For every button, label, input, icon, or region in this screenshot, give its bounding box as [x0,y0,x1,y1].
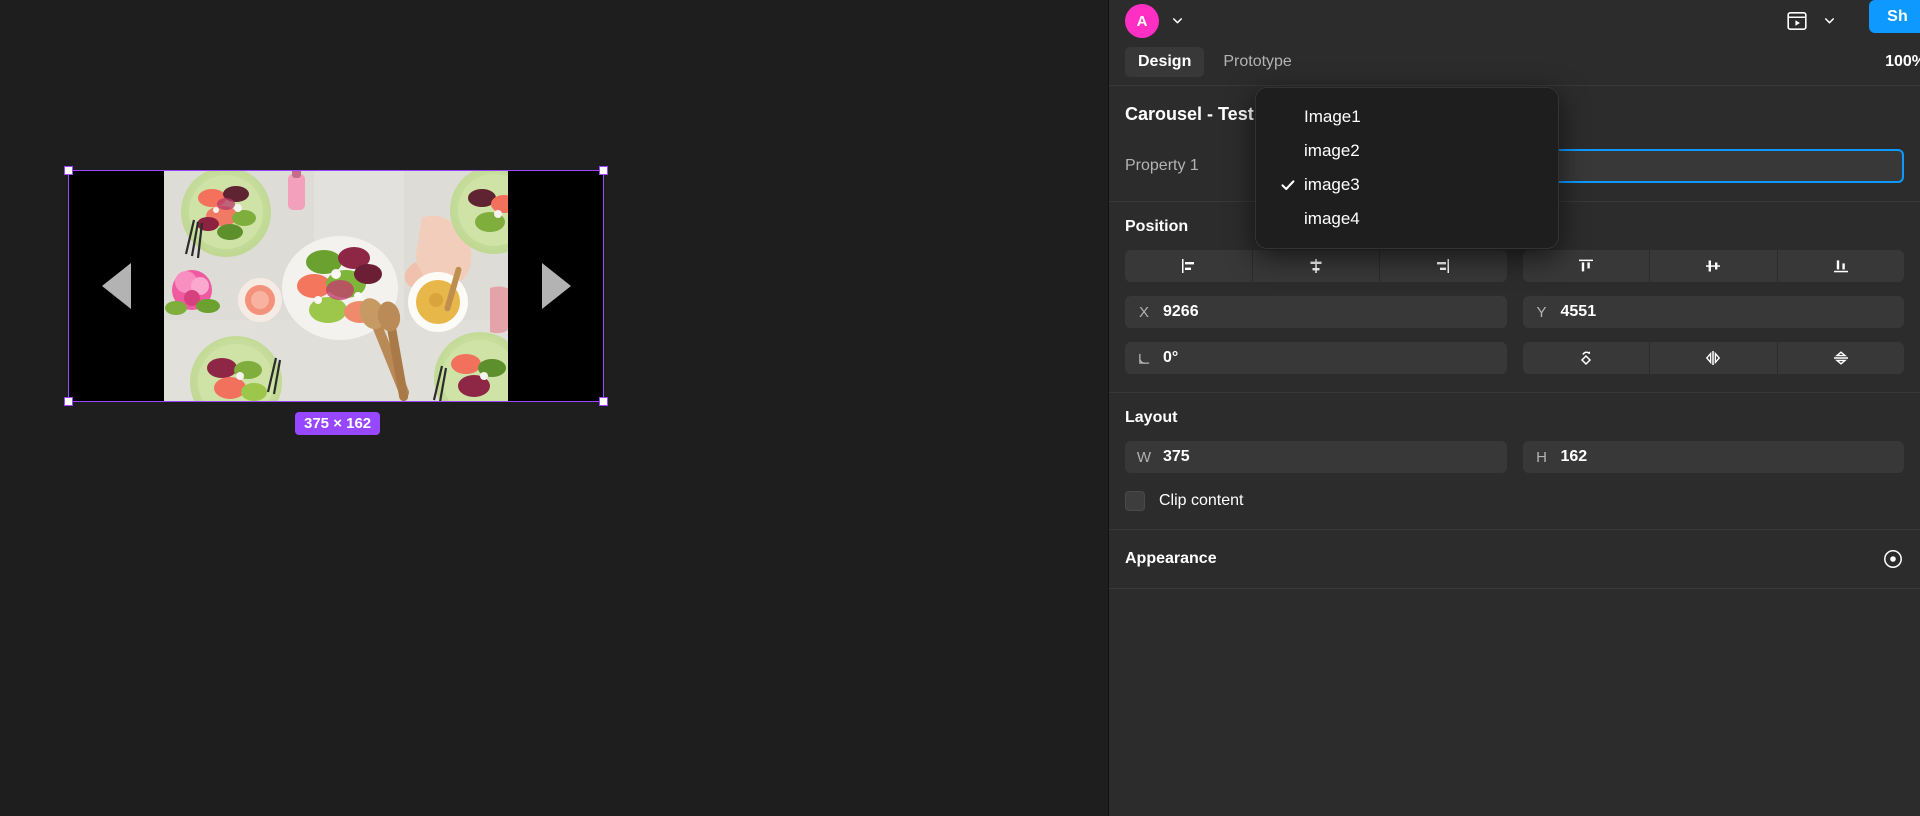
height-field[interactable]: H 162 [1522,441,1904,473]
align-right-icon[interactable] [1380,250,1507,282]
dropdown-item-1[interactable]: image2 [1256,134,1558,168]
avatar[interactable]: A [1125,4,1159,38]
clip-content-checkbox[interactable] [1125,491,1145,511]
tab-design[interactable]: Design [1125,47,1205,77]
carousel-component[interactable] [68,170,604,402]
corner-radius-rotate-icon[interactable] [1523,342,1650,374]
dropdown-item-label: Image1 [1304,107,1361,126]
component-name[interactable]: Carousel - Test [1125,104,1254,125]
x-label: X [1138,303,1149,321]
dropdown-item-label: image4 [1304,209,1360,228]
share-button[interactable]: Sh [1869,0,1920,33]
figma-window: 375 × 162 A Sh Design Prototype 100 Caro… [0,0,1920,816]
design-canvas[interactable]: 375 × 162 [0,0,1108,816]
horizontal-align-group [1125,250,1507,282]
flip-horizontal-icon[interactable] [1650,342,1778,374]
align-bottom-icon[interactable] [1778,250,1905,282]
selected-frame[interactable]: 375 × 162 [64,166,608,435]
x-field[interactable]: X 9266 [1125,296,1507,328]
rotation-value: 0° [1163,349,1179,366]
y-field[interactable]: Y 4551 [1522,296,1904,328]
vertical-align-group [1522,250,1905,282]
flip-vertical-icon[interactable] [1778,342,1905,374]
chevron-down-icon[interactable] [1171,14,1184,27]
layout-section: Layout W 375 H 162 Clip content [1109,393,1920,530]
dropdown-item-3[interactable]: image4 [1256,202,1558,236]
transform-group [1522,342,1905,374]
x-value: 9266 [1163,303,1199,320]
variant-dropdown-menu[interactable]: Image1 image2 image3 image4 [1255,87,1559,249]
panel-tabs: Design Prototype 100% [1109,42,1920,86]
present-options-chevron-icon[interactable] [1823,14,1836,27]
height-label: H [1536,448,1547,466]
appearance-title: Appearance [1125,550,1217,567]
y-value: 4551 [1560,303,1597,320]
align-vertical-center-icon[interactable] [1650,250,1778,282]
width-label: W [1136,448,1152,466]
tab-prototype[interactable]: Prototype [1210,47,1304,77]
height-value: 162 [1560,448,1588,465]
present-play-icon[interactable] [1782,6,1812,36]
dropdown-item-label: image2 [1304,141,1360,160]
panel-topbar: A Sh [1109,0,1920,42]
align-horizontal-center-icon[interactable] [1253,250,1380,282]
y-label: Y [1536,303,1547,321]
width-field[interactable]: W 375 [1125,441,1507,473]
clip-content-row[interactable]: Clip content [1125,491,1904,511]
width-value: 375 [1163,448,1190,465]
zoom-level[interactable]: 100% [1885,53,1920,71]
rotation-field[interactable]: 0° [1125,342,1507,374]
dropdown-item-2[interactable]: image3 [1256,168,1558,202]
layout-title: Layout [1125,409,1178,426]
appearance-section: Appearance [1109,530,1920,589]
eye-icon[interactable] [1882,548,1904,570]
next-arrow-icon [541,263,571,309]
size-badge: 375 × 162 [295,412,381,435]
carousel-next-button[interactable] [508,170,604,402]
clip-content-label: Clip content [1159,492,1244,509]
dropdown-item-label: image3 [1304,175,1360,194]
carousel-prev-button[interactable] [68,170,164,402]
align-left-icon[interactable] [1125,250,1253,282]
dropdown-item-0[interactable]: Image1 [1256,100,1558,134]
align-top-icon[interactable] [1523,250,1650,282]
check-icon [1280,177,1296,193]
angle-icon [1137,352,1151,365]
prev-arrow-icon [101,263,131,309]
carousel-image [164,170,508,402]
